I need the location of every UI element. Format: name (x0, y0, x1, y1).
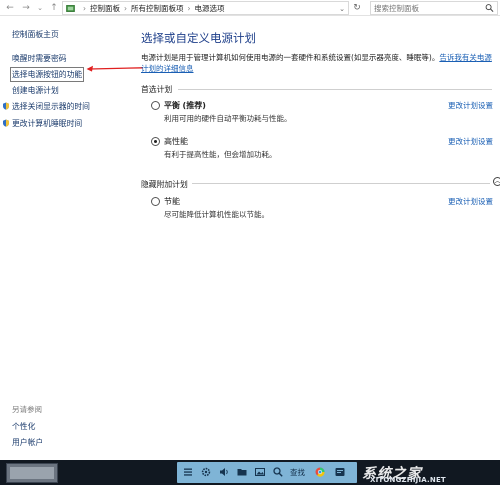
plan-name[interactable]: 高性能 (164, 136, 188, 147)
change-plan-settings-link[interactable]: 更改计划设置 (448, 100, 493, 111)
browser-icon[interactable] (314, 466, 326, 478)
control-panel-home-link[interactable]: 控制面板主页 (12, 29, 59, 40)
see-also-user-accounts-link[interactable]: 用户帐户 (12, 437, 43, 448)
monitor-shield-icon (3, 102, 9, 110)
chevron-right-icon[interactable]: › (124, 4, 127, 13)
plan-details-link[interactable]: 告诉我有关 (439, 53, 477, 62)
sidebar-link-create-plan[interactable]: 创建电源计划 (12, 85, 59, 96)
search-box[interactable] (370, 1, 498, 15)
refresh-icon[interactable]: ↻ (350, 1, 364, 15)
forward-arrow-icon[interactable]: → (20, 2, 32, 14)
group-divider (178, 89, 492, 90)
left-nav-pane: 控制面板主页 唤醒时需要密码 选择电源按钮的功能 创建电源计划 选择关闭显示器的… (0, 16, 120, 460)
address-bar: ← → ⌄ ↑ › 控制面板 › 所有控制面板项 › 电源选项 ⌄ ↻ (0, 0, 500, 16)
breadcrumb-item[interactable]: 所有控制面板项 (131, 4, 184, 13)
sleep-shield-icon (3, 119, 9, 127)
window-thumbnail[interactable] (6, 463, 58, 483)
sidebar-link-sleep-time[interactable]: 更改计算机睡眠时间 (12, 118, 82, 129)
plan-description: 利用可用的硬件自动平衡功耗与性能。 (164, 114, 292, 123)
sidebar-link-display-off-time[interactable]: 选择关闭显示器的时间 (12, 101, 90, 112)
see-also-personalization-link[interactable]: 个性化 (12, 421, 35, 432)
plan-name[interactable]: 节能 (164, 196, 180, 207)
recent-dropdown-icon[interactable]: ⌄ (34, 2, 46, 14)
annotation-arrow-icon (86, 65, 144, 72)
plan-high-performance: 高性能 有利于提高性能，但会增加功耗。 更改计划设置 (151, 136, 493, 162)
menu-icon[interactable] (182, 466, 194, 478)
search-icon[interactable] (272, 466, 284, 478)
plan-description: 尽可能降低计算机性能以节能。 (164, 210, 269, 219)
chevron-right-icon[interactable]: › (188, 4, 191, 13)
chevron-up-icon[interactable]: ︿ (493, 177, 500, 186)
change-plan-settings-link[interactable]: 更改计划设置 (448, 136, 493, 147)
sidebar-link-power-button[interactable]: 选择电源按钮的功能 (9, 67, 85, 82)
speaker-icon[interactable] (218, 466, 230, 478)
taskbar-tray: 查找 (177, 462, 357, 483)
page-title: 选择或自定义电源计划 (141, 31, 256, 45)
photo-icon[interactable] (254, 466, 266, 478)
plan-name[interactable]: 平衡 (推荐) (164, 100, 206, 111)
see-also-heading: 另请参阅 (12, 405, 42, 414)
control-panel-icon (66, 5, 75, 12)
plan-balanced: 平衡 (推荐) 利用可用的硬件自动平衡功耗与性能。 更改计划设置 (151, 100, 493, 126)
plan-balanced-radio[interactable] (151, 101, 160, 110)
taskbar-search-label[interactable]: 查找 (290, 467, 305, 478)
chevron-right-icon: › (83, 4, 86, 13)
search-icon[interactable] (485, 3, 494, 13)
breadcrumb-item[interactable]: 电源选项 (195, 4, 225, 13)
plan-description: 有利于提高性能，但会增加功耗。 (164, 150, 277, 159)
change-plan-settings-link[interactable]: 更改计划设置 (448, 196, 493, 207)
folder-icon[interactable] (236, 466, 248, 478)
back-arrow-icon[interactable]: ← (4, 2, 16, 14)
hidden-plans-heading[interactable]: 隐藏附加计划 (141, 179, 188, 190)
plan-power-saver-radio[interactable] (151, 197, 160, 206)
preferred-plans-heading: 首选计划 (141, 85, 173, 94)
main-content: 选择或自定义电源计划 电源计划是用于管理计算机如何使用电源的一套硬件和系统设置(… (140, 16, 500, 460)
address-field[interactable]: › 控制面板 › 所有控制面板项 › 电源选项 ⌄ (62, 1, 349, 15)
taskbar: 查找 系统之家 XITONGZHIJIA.NET (0, 460, 500, 485)
description-text: 电源计划是用于管理计算机如何使用电源的一套硬件和系统设置(如显示器亮度、睡眠等)… (141, 53, 440, 62)
group-divider (192, 183, 490, 184)
page-description: 电源计划是用于管理计算机如何使用电源的一套硬件和系统设置(如显示器亮度、睡眠等)… (141, 52, 493, 74)
sidebar-link-require-password[interactable]: 唤醒时需要密码 (12, 53, 67, 64)
chevron-down-icon[interactable]: ⌄ (339, 3, 345, 15)
breadcrumb: › 控制面板 › 所有控制面板项 › 电源选项 (79, 3, 225, 15)
breadcrumb-item[interactable]: 控制面板 (90, 4, 120, 13)
plan-high-performance-radio[interactable] (151, 137, 160, 146)
app-icon[interactable] (334, 466, 346, 478)
watermark-logo: 系统之家 XITONGZHIJIA.NET (362, 466, 446, 484)
gear-icon[interactable] (200, 466, 212, 478)
up-arrow-icon[interactable]: ↑ (48, 2, 60, 14)
plan-power-saver: 节能 尽可能降低计算机性能以节能。 更改计划设置 (151, 196, 493, 222)
search-input[interactable] (371, 2, 483, 14)
